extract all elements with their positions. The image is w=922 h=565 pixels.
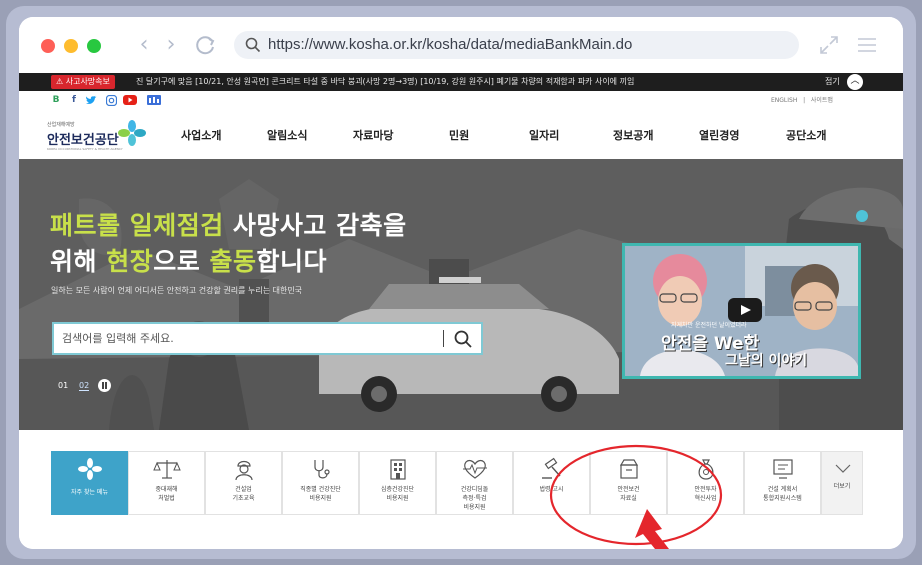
banner-page-1[interactable]: 01 xyxy=(58,381,68,390)
back-icon[interactable]: ‹ xyxy=(133,31,155,59)
minimize-window-button[interactable] xyxy=(64,39,78,53)
utility-separator: | xyxy=(803,97,806,104)
quick-item-laws[interactable]: 법령/고시 xyxy=(513,451,590,515)
video-caption-small: 지게차만 운전하던 날이였더라 xyxy=(671,322,747,329)
blog-icon[interactable]: B xyxy=(51,95,61,106)
nav-business[interactable]: 사업소개 xyxy=(181,127,221,143)
accident-notice-bar: ⚠ 사고사망속보 진 달기구에 맞음 [10/21, 안성 원곡면] 콘크리트 … xyxy=(19,73,903,91)
promo-video-thumbnail[interactable]: 지게차만 운전하던 날이였더라 안전을 We한 그날의 이야기 xyxy=(622,243,861,379)
search-icon xyxy=(245,37,261,53)
quick-item-serious-accident-act[interactable]: 중대재해 처벌법 xyxy=(128,451,205,515)
quick-menu-more-button[interactable]: 더보기 xyxy=(821,451,863,515)
twitter-icon[interactable] xyxy=(85,95,97,106)
quick-item-deep-health-check[interactable]: 심층건강진단 비용지원 xyxy=(359,451,436,515)
facebook-icon[interactable]: f xyxy=(69,95,79,106)
quick-item-label: 건설업 기초교육 xyxy=(232,486,255,502)
english-link[interactable]: ENGLISH xyxy=(771,97,797,104)
document-monitor-icon xyxy=(773,459,793,479)
notice-badge[interactable]: ⚠ 사고사망속보 xyxy=(51,75,115,89)
hero-banner: 패트롤 일제점검 사망사고 감축을 위해 현장으로 출동합니다 일하는 모든 사… xyxy=(19,159,903,430)
expand-icon[interactable] xyxy=(817,33,841,57)
hamburger-menu-icon[interactable] xyxy=(855,33,879,57)
kosha-logo[interactable]: 산업재해예방 안전보건공단 KOREA OCCUPATIONAL SAFETY … xyxy=(47,117,157,155)
banner-page-2[interactable]: 02 xyxy=(79,381,90,391)
nav-news[interactable]: 알림소식 xyxy=(267,127,307,143)
utility-bar: B f ENGLISH | 사이트맵 xyxy=(19,91,903,111)
site-search-box[interactable]: 검색어를 입력해 주세요. xyxy=(52,322,483,355)
logo-english: KOREA OCCUPATIONAL SAFETY & HEALTH AGENC… xyxy=(47,147,123,151)
nav-management[interactable]: 열린경영 xyxy=(699,127,739,143)
quick-item-label: 자주 찾는 메뉴 xyxy=(71,489,108,496)
logo-name: 안전보건공단 xyxy=(47,133,119,148)
sitemap-link[interactable]: 사이트맵 xyxy=(811,97,833,104)
notice-close-label: 접기 xyxy=(825,77,840,86)
pause-icon[interactable] xyxy=(98,379,111,392)
quick-item-health-stepping-stone[interactable]: 건강디딤돌 측정·특검 비용지원 xyxy=(436,451,513,515)
quick-item-label: 더보기 xyxy=(833,483,851,490)
worker-icon xyxy=(235,460,253,481)
quick-item-label: 법령/고시 xyxy=(539,486,564,493)
hero-subtitle: 일하는 모든 사람이 언제 어디서든 안전하고 건강할 권리를 누리는 대한민국 xyxy=(51,286,303,295)
quick-item-safety-health-library[interactable]: 안전보건 자료실 xyxy=(590,451,667,515)
chevron-down-icon xyxy=(835,464,851,473)
notice-text[interactable]: 진 달기구에 맞음 [10/21, 안성 원곡면] 콘크리트 타설 중 바닥 붕… xyxy=(136,73,816,91)
global-navigation: 산업재해예방 안전보건공단 KOREA OCCUPATIONAL SAFETY … xyxy=(19,111,903,159)
nav-jobs[interactable]: 일자리 xyxy=(529,127,559,143)
forward-icon[interactable]: › xyxy=(160,31,182,59)
nav-about[interactable]: 공단소개 xyxy=(786,127,826,143)
instagram-icon[interactable] xyxy=(105,94,117,107)
scales-icon xyxy=(153,460,181,479)
kosha-cross-logo-icon xyxy=(118,120,146,146)
quick-item-safety-investment[interactable]: 안전투자 혁신사업 xyxy=(667,451,744,515)
heartbeat-icon xyxy=(463,459,487,479)
quick-item-label: 직종별 건강진단 비용지원 xyxy=(300,486,341,502)
nav-disclosure[interactable]: 정보공개 xyxy=(613,127,653,143)
play-icon[interactable] xyxy=(728,298,762,322)
quick-item-favorites[interactable]: 자주 찾는 메뉴 xyxy=(51,451,128,515)
reload-icon[interactable] xyxy=(191,31,219,59)
chevron-up-icon[interactable]: ︿ xyxy=(847,74,863,90)
archive-box-icon xyxy=(619,459,639,479)
url-text: https://www.kosha.or.kr/kosha/data/media… xyxy=(268,36,633,53)
search-divider xyxy=(443,330,444,347)
youtube-icon[interactable] xyxy=(123,95,137,106)
kosha-cross-icon xyxy=(78,458,102,480)
gavel-icon xyxy=(542,457,561,479)
quick-item-label: 건강디딤돌 측정·특검 비용지원 xyxy=(460,486,489,511)
quick-item-label: 건설 계획서 통합지원시스템 xyxy=(763,486,802,502)
video-caption-sub: 그날의 이야기 xyxy=(725,353,808,369)
quick-item-label: 안전보건 자료실 xyxy=(617,486,640,502)
utility-links: ENGLISH | 사이트맵 xyxy=(771,95,833,104)
logo-subtitle: 산업재해예방 xyxy=(47,122,75,128)
cafe-icon[interactable] xyxy=(147,95,161,106)
nav-resources[interactable]: 자료마당 xyxy=(353,127,393,143)
stethoscope-icon xyxy=(314,460,330,479)
site-search-input[interactable]: 검색어를 입력해 주세요. xyxy=(62,324,174,353)
building-icon xyxy=(390,459,406,480)
money-bag-icon xyxy=(698,459,714,480)
quick-item-label: 심층건강진단 비용지원 xyxy=(380,486,415,502)
browser-window: ‹ › https://www.kosha.or.kr/kosha/data/m… xyxy=(19,17,903,549)
kosha-homepage: ⚠ 사고사망속보 진 달기구에 맞음 [10/21, 안성 원곡면] 콘크리트 … xyxy=(19,73,903,549)
quick-item-construction-training[interactable]: 건설업 기초교육 xyxy=(205,451,282,515)
maximize-window-button[interactable] xyxy=(87,39,101,53)
address-bar[interactable]: https://www.kosha.or.kr/kosha/data/media… xyxy=(234,31,799,59)
nav-civil[interactable]: 민원 xyxy=(449,127,469,143)
quick-item-label: 중대재해 처벌법 xyxy=(155,486,178,502)
browser-toolbar: ‹ › https://www.kosha.or.kr/kosha/data/m… xyxy=(19,17,903,73)
hero-title-line1: 패트롤 일제점검 사망사고 감축을 xyxy=(50,211,407,240)
hero-title-line2: 위해 현장으로 출동합니다 xyxy=(50,247,327,276)
quick-item-health-check-support[interactable]: 직종별 건강진단 비용지원 xyxy=(282,451,359,515)
quick-item-label: 안전투자 혁신사업 xyxy=(694,486,717,502)
quick-menu: 자주 찾는 메뉴 중대재해 처벌법 건설업 기초교육 직종별 건강진단 비용지원… xyxy=(51,451,863,515)
close-window-button[interactable] xyxy=(41,39,55,53)
search-icon[interactable] xyxy=(452,328,474,350)
quick-item-construction-plan-system[interactable]: 건설 계획서 통합지원시스템 xyxy=(744,451,821,515)
